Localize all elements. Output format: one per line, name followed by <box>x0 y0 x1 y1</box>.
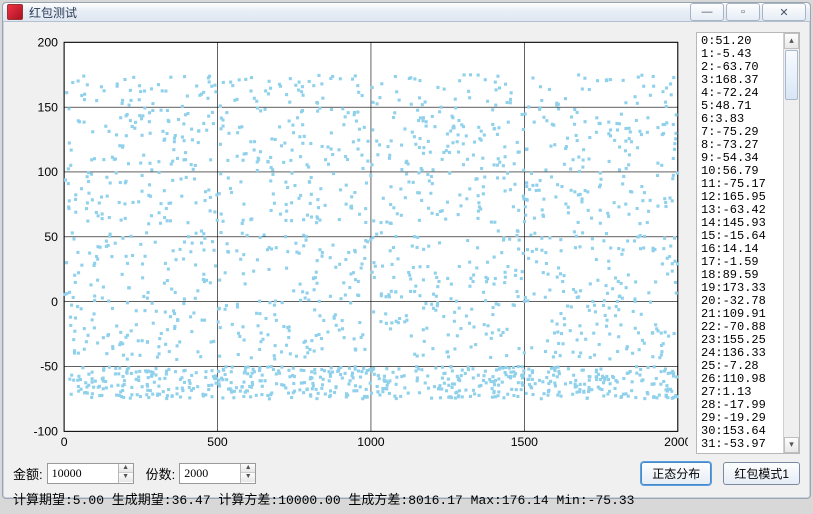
amount-up-icon[interactable]: ▲ <box>119 464 133 473</box>
svg-text:500: 500 <box>207 435 228 449</box>
values-listbox[interactable]: 0:51.201:-5.432:-63.703:168.374:-72.245:… <box>696 32 800 454</box>
app-window: 红包测试 — ▫ ✕ 0 500 1000 1500 2000 -100 -50 0 50 100… <box>2 2 811 499</box>
svg-text:50: 50 <box>44 230 58 244</box>
close-button[interactable]: ✕ <box>762 3 806 21</box>
parts-label: 份数: <box>146 464 176 483</box>
svg-text:200: 200 <box>38 35 59 49</box>
titlebar[interactable]: 红包测试 — ▫ ✕ <box>3 3 810 22</box>
parts-input[interactable] <box>180 464 240 483</box>
scrollbar[interactable]: ▴ ▾ <box>783 33 799 453</box>
svg-text:1500: 1500 <box>511 435 538 449</box>
window-title: 红包测试 <box>29 4 690 21</box>
svg-text:0: 0 <box>51 295 58 309</box>
stats-line: 计算期望:5.00 生成期望:36.47 计算方差:10000.00 生成方差:… <box>13 489 800 508</box>
svg-text:-100: -100 <box>33 424 58 438</box>
mode1-button[interactable]: 红包模式1 <box>723 462 800 485</box>
list-item[interactable]: 31:-53.97 <box>701 438 781 451</box>
amount-stepper[interactable]: ▲▼ <box>47 463 134 484</box>
scroll-track[interactable] <box>784 49 799 437</box>
normal-dist-button[interactable]: 正态分布 <box>641 462 711 485</box>
svg-text:150: 150 <box>38 100 59 114</box>
amount-input[interactable] <box>48 464 118 483</box>
amount-down-icon[interactable]: ▼ <box>119 473 133 482</box>
svg-text:0: 0 <box>61 435 68 449</box>
svg-text:-50: -50 <box>40 360 58 374</box>
parts-down-icon[interactable]: ▼ <box>241 473 255 482</box>
scroll-down-button[interactable]: ▾ <box>784 437 799 453</box>
svg-text:100: 100 <box>38 165 59 179</box>
scatter-chart: 0 500 1000 1500 2000 -100 -50 0 50 100 150 200 <box>13 32 688 454</box>
maximize-button[interactable]: ▫ <box>726 3 760 21</box>
parts-up-icon[interactable]: ▲ <box>241 464 255 473</box>
svg-text:1000: 1000 <box>357 435 384 449</box>
svg-text:2000: 2000 <box>664 435 688 449</box>
amount-label: 金额: <box>13 464 43 483</box>
scroll-up-button[interactable]: ▴ <box>784 33 799 49</box>
controls-row: 金额: ▲▼ 份数: ▲▼ 正态分布 红包模式1 <box>13 462 800 485</box>
client-area: 0 500 1000 1500 2000 -100 -50 0 50 100 150 200 0:51… <box>3 22 810 514</box>
app-icon <box>7 4 23 20</box>
parts-stepper[interactable]: ▲▼ <box>179 463 256 484</box>
scroll-thumb[interactable] <box>785 50 798 100</box>
minimize-button[interactable]: — <box>690 3 724 21</box>
